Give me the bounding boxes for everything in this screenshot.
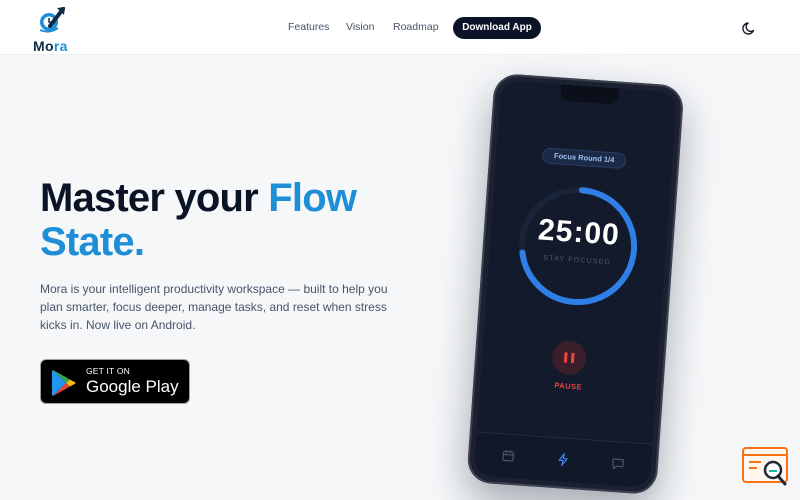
nav-features[interactable]: Features — [288, 21, 329, 33]
bolt-icon[interactable] — [556, 452, 571, 467]
focus-round-badge: Focus Round 1/4 — [541, 147, 627, 170]
phone-notch — [560, 84, 620, 105]
pause-icon-bar-right — [570, 352, 575, 364]
main-nav: Features Vision Roadmap — [0, 17, 800, 39]
search-helper-icon[interactable] — [741, 446, 791, 488]
nav-roadmap[interactable]: Roadmap — [393, 21, 439, 33]
phone-tab-bar — [473, 431, 653, 488]
phone-screen: Focus Round 1/4 25:00 STAY FOCUSED PAUSE — [473, 80, 677, 488]
nav-vision[interactable]: Vision — [346, 21, 374, 33]
brand-name-main: Mo — [33, 38, 54, 54]
hero-title: Master your Flow State. — [40, 176, 357, 264]
phone-frame: Focus Round 1/4 25:00 STAY FOCUSED PAUSE — [466, 72, 685, 496]
top-header: Mora Features Vision Roadmap Download Ap… — [0, 0, 800, 55]
pause-label: PAUSE — [554, 380, 583, 392]
google-play-badge[interactable]: GET IT ON Google Play — [40, 359, 190, 404]
hero-description: Mora is your intelligent productivity wo… — [40, 282, 388, 332]
google-play-icon — [52, 370, 76, 396]
store-big-text: Google Play — [86, 377, 179, 396]
hero-title-flow: Flow — [268, 176, 357, 220]
brand-name: Mora — [33, 38, 68, 54]
phone-mockup: Focus Round 1/4 25:00 STAY FOCUSED PAUSE — [456, 72, 725, 500]
calendar-icon[interactable] — [501, 448, 516, 463]
pause-icon-bar-left — [563, 352, 568, 363]
store-small-text: GET IT ON — [86, 366, 130, 376]
hero-title-dot: . — [133, 220, 145, 264]
hero-title-part1: Master your — [40, 176, 269, 220]
pause-button[interactable] — [551, 339, 588, 376]
brand-name-accent: ra — [53, 38, 68, 54]
download-app-button[interactable]: Download App — [453, 17, 541, 39]
chat-icon[interactable] — [611, 456, 626, 471]
hero-title-state: State — [40, 220, 135, 264]
moon-icon[interactable] — [740, 18, 760, 38]
